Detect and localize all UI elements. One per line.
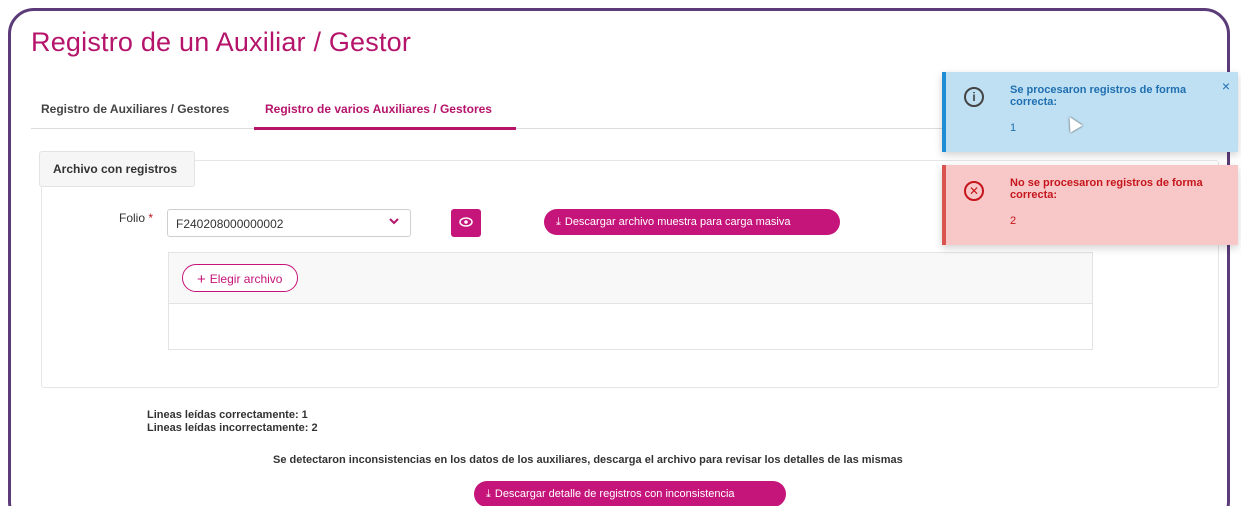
tab-registro-varios-auxiliares[interactable]: Registro de varios Auxiliares / Gestores — [265, 102, 492, 116]
download-icon: ⤓ — [486, 488, 491, 500]
read-lines-summary: Lineas leídas correctamente: 1 Lineas le… — [147, 409, 318, 435]
folio-select[interactable]: F240208000000002 — [167, 209, 411, 237]
required-mark: * — [148, 211, 154, 225]
download-sample-label: Descargar archivo muestra para carga mas… — [564, 216, 791, 228]
lines-bad-text: Lineas leídas incorrectamente: 2 — [147, 422, 318, 434]
file-upload-toolbar: + Elegir archivo — [169, 253, 1092, 304]
error-toast-count: 2 — [1010, 215, 1017, 227]
error-toast: ✕ No se procesaron registros de forma co… — [942, 165, 1238, 245]
download-inconsistency-label: Descargar detalle de registros con incon… — [494, 488, 735, 500]
close-icon[interactable]: × — [1222, 78, 1230, 94]
download-inconsistency-button[interactable]: ⤓ Descargar detalle de registros con inco… — [474, 481, 786, 506]
active-tab-indicator — [254, 127, 516, 130]
file-upload-area: + Elegir archivo — [168, 252, 1093, 350]
info-icon: i — [964, 87, 984, 107]
eye-icon — [459, 215, 473, 232]
lines-ok-text: Lineas leídas correctamente: 1 — [147, 409, 308, 421]
tab-registro-auxiliares[interactable]: Registro de Auxiliares / Gestores — [41, 102, 229, 116]
inconsistency-message: Se detectaron inconsistencias en los dat… — [273, 454, 903, 466]
error-toast-message: No se procesaron registros de forma corr… — [1010, 177, 1203, 201]
error-circle-icon: ✕ — [964, 181, 984, 201]
success-toast-count: 1 — [1010, 122, 1017, 134]
choose-file-button[interactable]: + Elegir archivo — [182, 264, 298, 292]
view-folio-button[interactable] — [451, 209, 481, 237]
plus-icon: + — [197, 271, 206, 288]
download-icon: ⤓ — [556, 216, 561, 228]
panel-title: Archivo con registros — [39, 151, 195, 187]
folio-label-text: Folio — [119, 211, 146, 225]
page-title: Registro de un Auxiliar / Gestor — [31, 27, 412, 57]
folio-label: Folio * — [119, 211, 153, 225]
chevron-down-icon — [388, 215, 400, 230]
folio-select-value: F240208000000002 — [176, 217, 284, 231]
choose-file-label: Elegir archivo — [209, 272, 283, 286]
download-sample-button[interactable]: ⤓ Descargar archivo muestra para carga ma… — [544, 209, 840, 235]
success-toast-message: Se procesaron registros de forma correct… — [1010, 84, 1187, 108]
success-toast: i Se procesaron registros de forma corre… — [942, 72, 1238, 152]
